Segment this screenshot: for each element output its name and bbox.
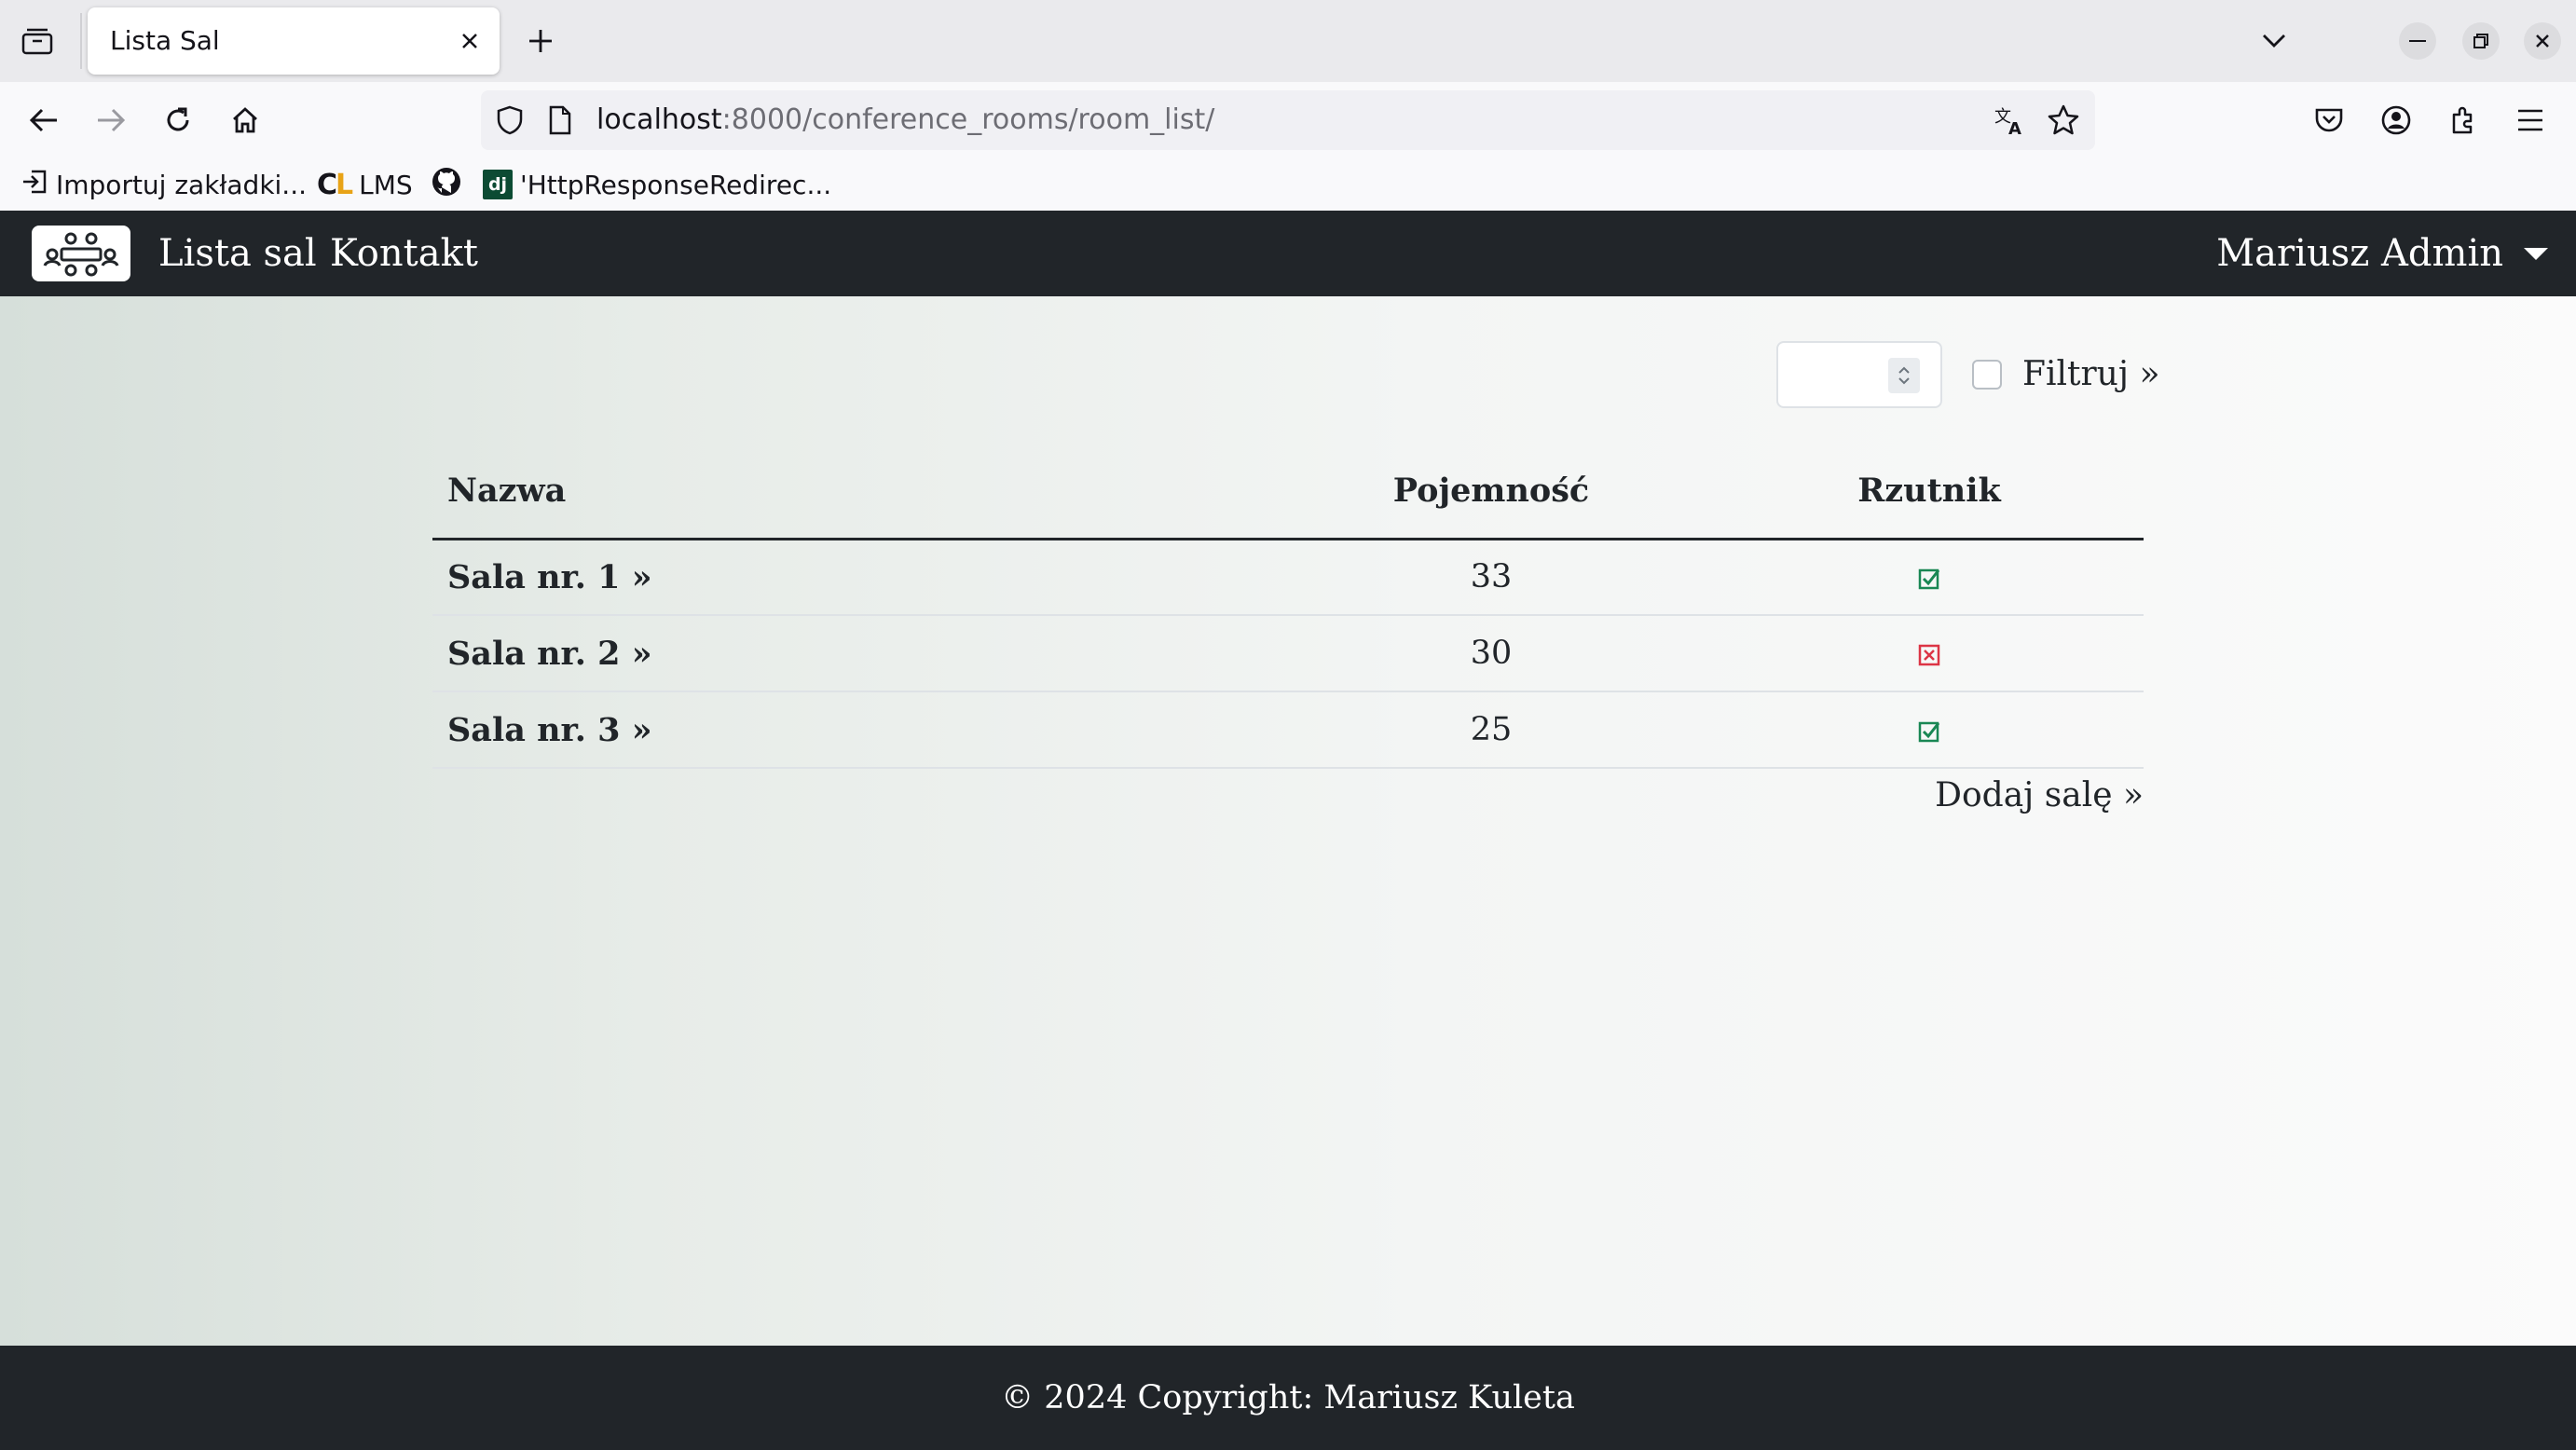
bookmark-star-icon[interactable] <box>2047 103 2080 141</box>
url-bar[interactable]: localhost:8000/conference_rooms/room_lis… <box>481 90 2095 150</box>
chevron-down-icon[interactable] <box>1898 376 1911 386</box>
bookmark-label: LMS <box>359 169 413 200</box>
active-tab[interactable]: Lista Sal <box>88 7 500 75</box>
add-room-link[interactable]: Dodaj salę » <box>1935 770 2144 822</box>
bookmark-import[interactable]: Importuj zakładki... <box>21 158 307 211</box>
url-text[interactable]: localhost:8000/conference_rooms/room_lis… <box>596 90 1214 150</box>
github-icon <box>431 166 462 204</box>
bookmark-django[interactable]: dj 'HttpResponseRedirec... <box>483 158 831 211</box>
rooms-table: Nazwa Pojemność Rzutnik Sala nr. 1 » 33 … <box>432 444 2144 769</box>
room-capacity: 33 <box>1267 539 1715 616</box>
conference-room-logo-icon <box>43 232 119 277</box>
browser-tab-bar: Lista Sal <box>0 0 2576 82</box>
room-link[interactable]: Sala nr. 1 » <box>447 558 652 596</box>
site-navbar: Lista sal Kontakt Mariusz Admin <box>0 211 2576 296</box>
restore-icon[interactable] <box>2462 22 2500 60</box>
header-projector: Rzutnik <box>1715 444 2144 540</box>
page-content: Lista sal Kontakt Mariusz Admin Filtruj … <box>0 211 2576 1450</box>
x-square-icon <box>1918 644 1940 666</box>
nav-link-room-list[interactable]: Lista sal <box>158 211 317 296</box>
pocket-icon[interactable] <box>2308 99 2350 142</box>
table-row: Sala nr. 3 » 25 <box>432 691 2144 769</box>
projector-filter-checkbox[interactable] <box>1972 360 2002 390</box>
room-capacity: 25 <box>1267 691 1715 769</box>
bookmark-label: 'HttpResponseRedirec... <box>520 169 832 200</box>
browser-toolbar: localhost:8000/conference_rooms/room_lis… <box>0 82 2576 158</box>
lms-logo-icon: CL <box>317 168 353 201</box>
site-footer: © 2024 Copyright: Mariusz Kuleta <box>0 1346 2576 1450</box>
page-info-icon[interactable] <box>548 105 572 139</box>
check-square-icon <box>1918 568 1940 590</box>
new-tab-icon[interactable] <box>520 21 561 62</box>
minimize-icon[interactable] <box>2399 22 2436 60</box>
reload-icon[interactable] <box>157 99 199 142</box>
table-row: Sala nr. 2 » 30 <box>432 615 2144 692</box>
footer-copyright: © 2024 Copyright: Mariusz Kuleta <box>1001 1379 1575 1416</box>
url-host: localhost <box>596 103 722 136</box>
table-header-row: Nazwa Pojemność Rzutnik <box>432 444 2144 540</box>
header-capacity: Pojemność <box>1267 444 1715 540</box>
forward-icon[interactable] <box>89 99 132 142</box>
extensions-icon[interactable] <box>2442 99 2485 142</box>
close-icon[interactable] <box>453 24 486 58</box>
table-row: Sala nr. 1 » 33 <box>432 539 2144 616</box>
close-window-icon[interactable] <box>2524 22 2561 60</box>
header-name: Nazwa <box>432 444 1267 540</box>
url-path: :8000/conference_rooms/room_list/ <box>721 103 1215 136</box>
bookmark-github[interactable] <box>431 158 462 211</box>
tab-title: Lista Sal <box>110 25 220 56</box>
caret-down-icon <box>2524 247 2548 260</box>
translate-icon[interactable]: 文A <box>1993 103 2026 141</box>
brand-logo[interactable] <box>32 226 130 281</box>
room-capacity: 30 <box>1267 615 1715 692</box>
room-link[interactable]: Sala nr. 2 » <box>447 635 652 673</box>
django-icon: dj <box>483 170 513 199</box>
number-spinner[interactable] <box>1888 358 1920 393</box>
home-icon[interactable] <box>224 99 267 142</box>
import-icon <box>21 168 48 202</box>
bookmark-lms[interactable]: CL LMS <box>317 158 413 211</box>
filter-form: Filtruj » <box>1776 341 2160 408</box>
check-square-icon <box>1918 720 1940 743</box>
back-icon[interactable] <box>22 99 65 142</box>
shield-icon[interactable] <box>496 105 524 139</box>
user-name: Mariusz Admin <box>2216 232 2503 275</box>
svg-text:A: A <box>2008 119 2021 137</box>
bookmark-label: Importuj zakładki... <box>56 169 308 200</box>
tab-separator <box>80 13 82 69</box>
filter-button[interactable]: Filtruj » <box>2022 341 2160 408</box>
tab-list-icon[interactable] <box>17 22 58 60</box>
menu-icon[interactable] <box>2509 99 2552 142</box>
chevron-down-icon[interactable] <box>2254 21 2295 62</box>
bookmarks-bar: Importuj zakładki... CL LMS dj 'HttpResp… <box>0 158 2576 211</box>
room-link[interactable]: Sala nr. 3 » <box>447 711 652 749</box>
chevron-up-icon[interactable] <box>1898 365 1911 375</box>
capacity-input[interactable] <box>1776 341 1942 408</box>
account-icon[interactable] <box>2375 99 2418 142</box>
nav-link-contact[interactable]: Kontakt <box>330 211 478 296</box>
user-dropdown[interactable]: Mariusz Admin <box>2216 211 2548 296</box>
